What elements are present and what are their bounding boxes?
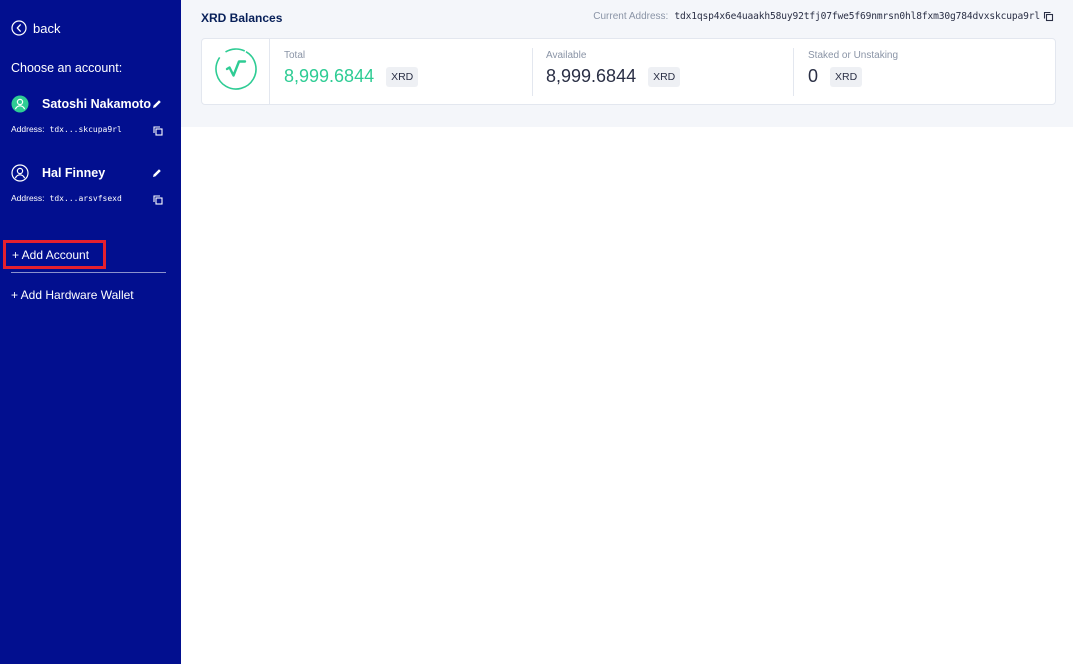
add-account-button[interactable]: + Add Account: [3, 240, 106, 269]
add-hardware-wallet-button[interactable]: + Add Hardware Wallet: [11, 288, 134, 302]
account-name: Satoshi Nakamoto: [42, 97, 152, 111]
column-divider: [793, 48, 794, 96]
pencil-icon[interactable]: [151, 98, 163, 110]
current-address-label: Current Address:: [593, 11, 669, 22]
account-address: tdx...arsvfsexd: [49, 193, 122, 203]
copy-icon[interactable]: [1043, 11, 1054, 22]
radix-logo-icon: [214, 47, 258, 96]
copy-icon[interactable]: [153, 125, 163, 136]
user-circle-outline-icon: [11, 164, 29, 182]
total-value: 8,999.6844: [284, 66, 375, 86]
sidebar: back Choose an account: Satoshi Nakamoto…: [0, 0, 181, 664]
page-title: XRD Balances: [201, 11, 283, 25]
staked-label: Staked or Unstaking: [808, 50, 899, 61]
copy-icon[interactable]: [153, 194, 163, 205]
token-badge: XRD: [830, 66, 863, 87]
back-button[interactable]: back: [11, 20, 60, 36]
sidebar-divider: [11, 272, 166, 273]
logo-cell: [202, 39, 270, 104]
staked-value: 0: [808, 66, 819, 86]
back-label: back: [33, 20, 61, 36]
account-address: tdx...skcupa9rl: [49, 124, 122, 134]
token-badge: XRD: [386, 66, 419, 87]
account-item-hal[interactable]: Hal Finney Address: tdx...arsvfsexd: [11, 163, 165, 205]
total-label: Total: [284, 50, 306, 61]
choose-account-label: Choose an account:: [11, 61, 123, 75]
column-divider: [532, 48, 533, 96]
pencil-icon[interactable]: [151, 167, 163, 179]
token-badge: XRD: [648, 66, 681, 87]
account-item-satoshi[interactable]: Satoshi Nakamoto Address: tdx...skcupa9r…: [11, 94, 165, 136]
current-address-value: tdx1qsp4x6e4uaakh58uy92tfj07fwe5f69nmrsn…: [674, 11, 1040, 22]
chevron-left-circle-icon: [11, 20, 27, 36]
balances-header: XRD Balances Current Address: tdx1qsp4x6…: [181, 0, 1073, 127]
address-label: Address:: [11, 124, 45, 134]
current-address: Current Address: tdx1qsp4x6e4uaakh58uy92…: [593, 11, 1054, 22]
available-label: Available: [546, 50, 587, 61]
account-name: Hal Finney: [42, 166, 106, 180]
available-value: 8,999.6844: [546, 66, 637, 86]
balance-card: Total 8,999.6844 XRD Available 8,999.684…: [201, 38, 1056, 105]
address-label: Address:: [11, 193, 45, 203]
user-circle-icon: [11, 95, 29, 113]
